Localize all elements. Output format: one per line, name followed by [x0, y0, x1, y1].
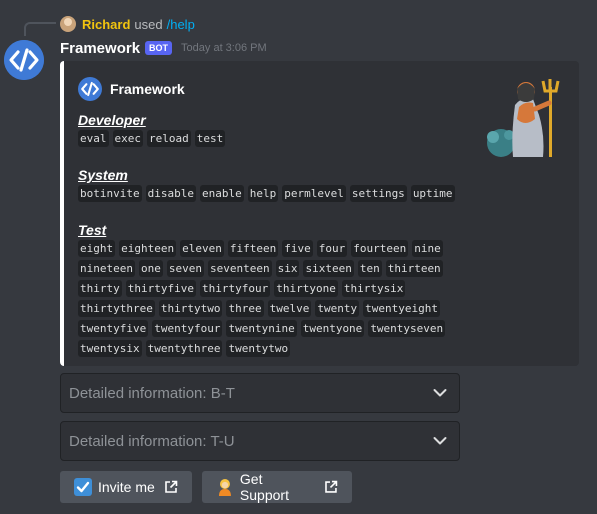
field-test: Test eight eighteen eleven fifteen five four f… [78, 221, 450, 359]
command-code: exec [112, 130, 143, 147]
message-timestamp: Today at 3:06 PM [181, 42, 267, 54]
field-title: System [78, 167, 128, 183]
command-code: thirtyfive [125, 280, 196, 297]
code-icon [78, 77, 102, 101]
field-title: Test [78, 222, 107, 238]
command-code: thirtyone [274, 280, 338, 297]
help-embed: Framework Developer eval exec reload test S… [60, 61, 579, 366]
command-code: sixteen [303, 260, 354, 277]
embed-author-name: Framework [110, 81, 185, 97]
command-code: thirty [78, 280, 122, 297]
command-list: eight eighteen eleven fifteen five four fourte… [78, 239, 450, 359]
command-code: twentyfive [78, 320, 149, 337]
command-code: reload [147, 130, 191, 147]
chevron-down-icon [433, 389, 447, 397]
command-code: thirtythree [78, 300, 155, 317]
command-code: settings [349, 185, 407, 202]
command-code: four [316, 240, 348, 257]
command-code: uptime [410, 185, 455, 202]
command-code: fourteen [351, 240, 409, 257]
code-icon [4, 40, 44, 80]
command-code: seventeen [207, 260, 272, 277]
command-code: nine [412, 240, 443, 257]
command-code: ten [357, 260, 382, 277]
chevron-down-icon [433, 437, 447, 445]
select-placeholder: Detailed information: B-T [69, 384, 235, 402]
checkbox-icon [74, 478, 92, 496]
command-list: botinvite disable enable help permlevel setti… [78, 184, 478, 204]
command-code: thirtytwo [158, 300, 223, 317]
command-code: thirteen [385, 260, 443, 277]
select-menu-t-u[interactable]: Detailed information: T-U [60, 421, 460, 461]
reply-avatar[interactable] [60, 16, 76, 32]
command-code: five [282, 240, 313, 257]
author-name[interactable]: Framework [60, 40, 140, 57]
command-code: one [138, 260, 163, 277]
bot-avatar[interactable] [4, 40, 44, 80]
poseidon-thumbnail[interactable] [479, 75, 567, 159]
command-code: seven [166, 260, 204, 277]
button-label: Invite me [98, 479, 155, 495]
field-system: System botinvite disable enable help permlev… [78, 166, 478, 204]
external-link-icon [165, 480, 178, 493]
reply-command[interactable]: /help [167, 17, 195, 32]
field-title: Developer [78, 112, 146, 128]
command-code: eight [78, 240, 116, 257]
embed-author: Framework [78, 77, 185, 101]
command-code: eleven [180, 240, 224, 257]
command-code: three [226, 300, 264, 317]
reply-action: used [134, 16, 163, 32]
command-code: twentynine [226, 320, 297, 337]
command-code: twentythree [145, 340, 223, 357]
command-code: thirtysix [341, 280, 406, 297]
command-code: twentyfour [152, 320, 223, 337]
command-code: twentytwo [226, 340, 291, 357]
get-support-button[interactable]: Get Support [202, 471, 352, 503]
reply-reference[interactable]: Richard used /help [60, 15, 195, 33]
command-list: eval exec reload test [78, 129, 478, 149]
command-code: nineteen [78, 260, 135, 277]
external-link-icon [325, 480, 338, 493]
bot-badge: BOT [145, 41, 173, 55]
command-code: fifteen [227, 240, 279, 257]
select-menu-b-t[interactable]: Detailed information: B-T [60, 373, 460, 413]
command-code: botinvite [78, 185, 142, 202]
command-code: twentyseven [368, 320, 446, 337]
command-code: disable [145, 185, 196, 202]
command-code: enable [199, 185, 244, 202]
reply-connector [24, 22, 56, 36]
command-code: twentysix [78, 340, 142, 357]
select-placeholder: Detailed information: T-U [69, 432, 235, 450]
person-icon [218, 479, 231, 496]
command-code: six [275, 260, 300, 277]
command-code: twelve [267, 300, 312, 317]
command-code: help [247, 185, 279, 202]
command-code: permlevel [282, 185, 346, 202]
reply-username[interactable]: Richard [82, 17, 130, 32]
command-code: eval [78, 130, 109, 147]
command-code: test [194, 130, 226, 147]
invite-button[interactable]: Invite me [60, 471, 192, 503]
button-label: Get Support [239, 471, 289, 503]
command-code: eighteen [119, 240, 177, 257]
message-header: Framework BOT Today at 3:06 PM [60, 38, 267, 58]
command-code: twenty [315, 300, 360, 317]
command-code: thirtyfour [199, 280, 271, 297]
command-code: twentyone [300, 320, 365, 337]
command-code: twentyeight [363, 300, 440, 317]
field-developer: Developer eval exec reload test [78, 111, 478, 149]
